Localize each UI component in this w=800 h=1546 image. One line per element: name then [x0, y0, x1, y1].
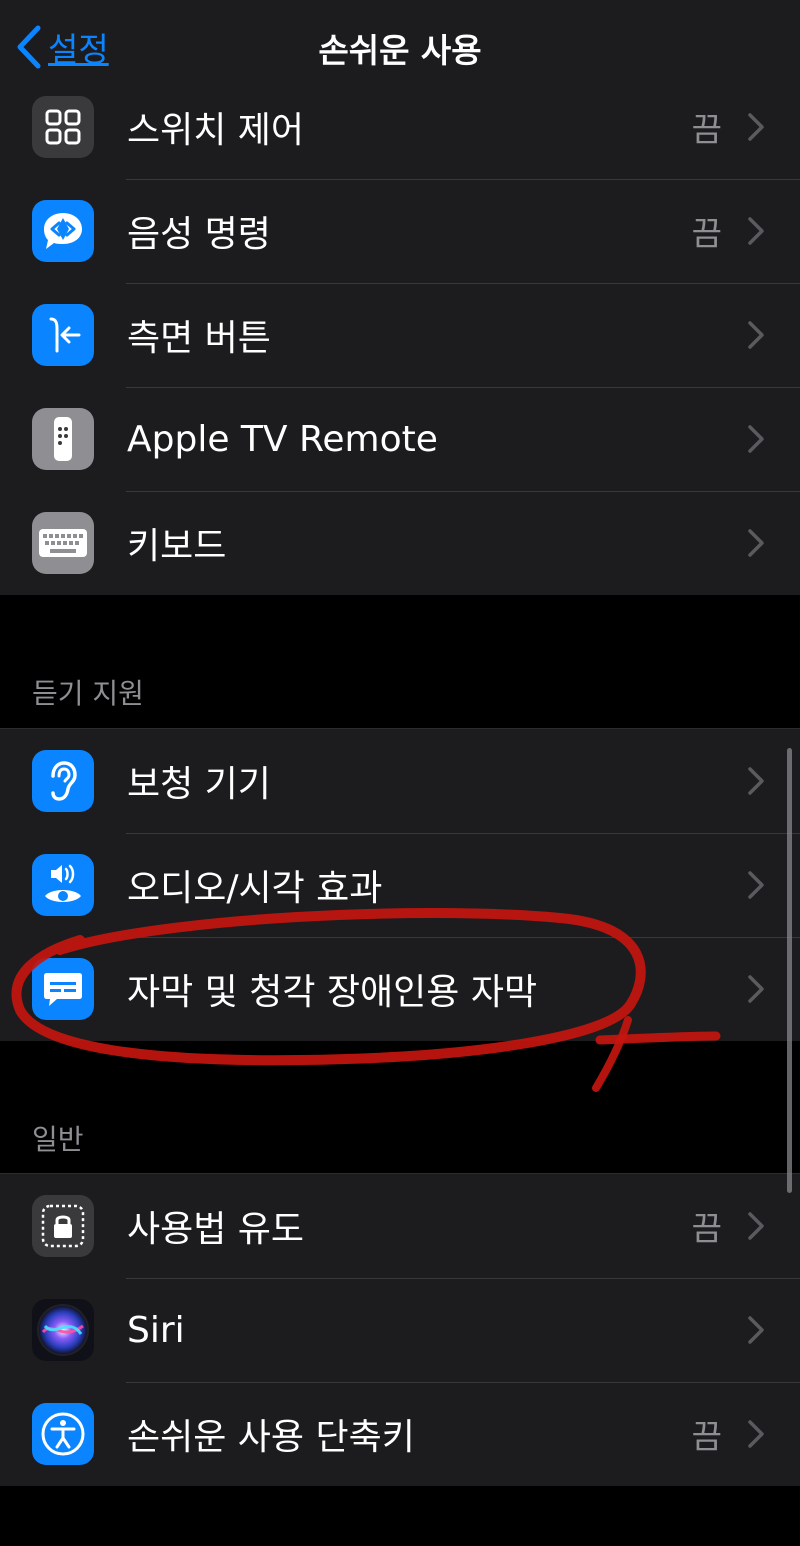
chevron-right-icon	[748, 1212, 764, 1240]
row-label: Siri	[127, 1309, 185, 1351]
row-label: 보청 기기	[127, 764, 271, 805]
general-group: 사용법 유도 끔 Siri 손쉬운 사용 단축키 끔	[0, 1173, 800, 1486]
row-keyboard[interactable]: 키보드	[0, 491, 800, 595]
subtitles-icon	[32, 958, 94, 1020]
row-label: 음성 명령	[127, 214, 271, 255]
section-header-general: 일반	[32, 1123, 84, 1156]
row-value: 끔	[691, 214, 722, 253]
guided-access-icon	[32, 1195, 94, 1257]
chevron-right-icon	[748, 1316, 764, 1344]
row-value: 끔	[691, 1417, 722, 1456]
chevron-right-icon	[748, 113, 764, 141]
row-switch-control[interactable]: 스위치 제어 끔	[0, 75, 800, 179]
chevron-right-icon	[748, 1420, 764, 1448]
row-hearing-devices[interactable]: 보청 기기	[0, 729, 800, 833]
row-siri[interactable]: Siri	[0, 1278, 800, 1382]
row-label: 키보드	[127, 526, 227, 567]
row-value: 끔	[691, 1209, 722, 1248]
chevron-right-icon	[748, 529, 764, 557]
chevron-right-icon	[748, 767, 764, 795]
row-audio-visual[interactable]: 오디오/시각 효과	[0, 833, 800, 937]
row-accessibility-shortcut[interactable]: 손쉬운 사용 단축키 끔	[0, 1382, 800, 1486]
interaction-group: 스위치 제어 끔 음성 명령 끔 측면 버튼 Apple TV Remote 키…	[0, 75, 800, 595]
chevron-right-icon	[748, 321, 764, 349]
chevron-right-icon	[748, 217, 764, 245]
row-guided-access[interactable]: 사용법 유도 끔	[0, 1174, 800, 1278]
row-subtitles-captioning[interactable]: 자막 및 청각 장애인용 자막	[0, 937, 800, 1041]
switch-control-icon	[32, 96, 94, 158]
row-label: Apple TV Remote	[127, 418, 438, 460]
keyboard-icon	[32, 512, 94, 574]
section-header-hearing: 듣기 지원	[32, 677, 144, 710]
row-label: 측면 버튼	[127, 318, 271, 359]
row-side-button[interactable]: 측면 버튼	[0, 283, 800, 387]
row-value: 끔	[691, 110, 722, 149]
chevron-right-icon	[748, 425, 764, 453]
audio-visual-icon	[32, 854, 94, 916]
hearing-group: 보청 기기 오디오/시각 효과 자막 및 청각 장애인용 자막	[0, 728, 800, 1041]
siri-icon	[32, 1299, 94, 1361]
row-label: 자막 및 청각 장애인용 자막	[127, 972, 538, 1013]
scroll-indicator	[787, 748, 792, 1193]
voice-control-icon	[32, 200, 94, 262]
row-label: 오디오/시각 효과	[127, 868, 383, 909]
ear-icon	[32, 750, 94, 812]
tv-remote-icon	[32, 408, 94, 470]
page-title: 손쉬운 사용	[318, 31, 482, 70]
row-apple-tv-remote[interactable]: Apple TV Remote	[0, 387, 800, 491]
row-label: 손쉬운 사용 단축키	[127, 1417, 415, 1458]
side-button-icon	[32, 304, 94, 366]
accessibility-shortcut-icon	[32, 1403, 94, 1465]
chevron-right-icon	[748, 975, 764, 1003]
row-voice-control[interactable]: 음성 명령 끔	[0, 179, 800, 283]
chevron-right-icon	[748, 871, 764, 899]
row-label: 스위치 제어	[127, 110, 305, 151]
row-label: 사용법 유도	[127, 1209, 305, 1250]
